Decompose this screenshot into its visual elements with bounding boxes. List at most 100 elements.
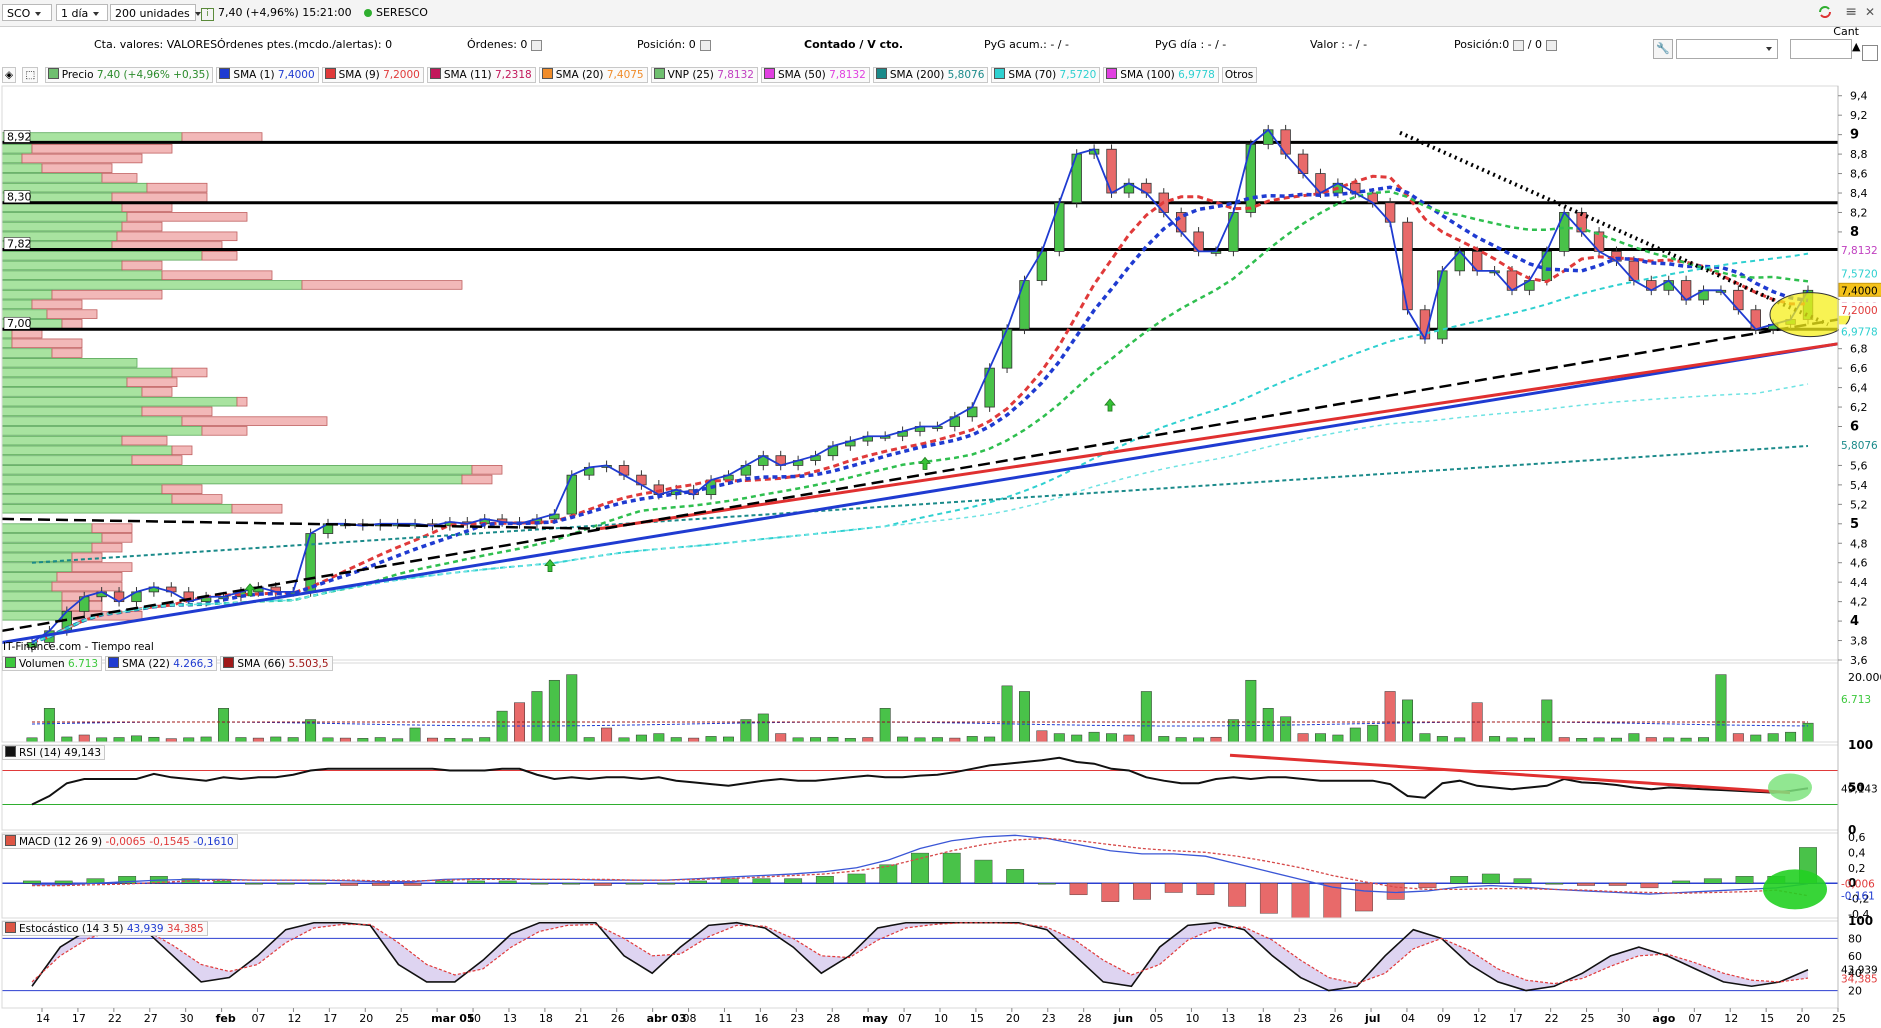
volume-bar [1541,699,1553,743]
volume-bar [270,736,282,743]
panel-frame [1,744,1839,831]
volume-bar [1071,734,1083,743]
volume-bar [287,737,299,743]
volume-bar [148,736,160,743]
macd-histogram-bar [562,883,581,885]
macd-histogram-bar [1545,883,1564,885]
legend-value: 4.266,3 [173,658,214,670]
x-tick-label: 30 [1616,1012,1630,1025]
volume-bar [183,737,195,743]
vap-buy-bar [1,426,203,436]
vap-sell-bar [301,280,463,290]
x-tick-label: 18 [539,1012,553,1025]
x-tick-label: 18 [1257,1012,1271,1025]
price-tick-label: 8,8 [1850,148,1868,161]
volume-bar [218,708,230,743]
volume-bar [653,733,665,743]
volume-bar [357,738,369,743]
chart-canvas[interactable]: 8,92 8,30 7,82 7,00 9,4 9,2 9 8,8 8,6 8,4 8,2 8 6,8… [0,0,1881,1028]
vap-sell-bar [161,484,203,495]
macd-histogram-bar [752,878,771,884]
vap-buy-bar [1,484,163,495]
x-tick-label: 20 [1006,1012,1020,1025]
data-source: IT-Finance.com - Tiempo real [3,641,154,653]
volume-bar [705,736,717,743]
macd-axis-label: 0,6 [1848,831,1866,844]
volume-bar [61,736,73,743]
vap-sell-bar [141,387,173,397]
red-trendline [599,342,1839,531]
vap-buy-bar [1,173,103,183]
legend-swatch [223,657,235,668]
vap-buy-bar [1,503,233,514]
legend-swatch [108,657,120,668]
vap-buy-bar [1,533,103,543]
vap-buy-bar [1,260,123,271]
volume-bar [1314,733,1326,743]
macd-histogram-bar [1608,883,1627,886]
price-tick-label: 8,2 [1850,206,1868,219]
macd-histogram-bar [815,876,834,884]
vap-buy-bar [1,542,93,553]
x-tick-label: 13 [503,1012,517,1025]
price-tick-label: 6 [1850,420,1859,435]
macd-histogram-bar [435,880,454,884]
macd-histogram-bar [1513,878,1532,884]
volume-bar [1680,737,1692,743]
vap-buy-bar [1,289,53,300]
volume-bar [757,713,769,743]
vap-buy-bar [1,591,63,602]
volume-bar [200,736,212,743]
volume-bar [1593,737,1605,743]
vap-sell-bar [41,163,113,173]
level-tag-label: 7,00 [7,317,32,330]
level-tag-label: 8,92 [7,130,32,143]
vap-buy-bar [1,416,183,426]
x-tick-label: 25 [395,1012,409,1025]
volume-bar [1245,679,1257,743]
vap-sell-bar [201,250,238,261]
price-panel: 8,92 8,30 7,82 7,00 [1,124,1851,653]
x-tick-label: 12 [1473,1012,1487,1025]
volume-bar [409,727,421,743]
x-tick-label: 12 [1724,1012,1738,1025]
volume-bar [531,691,543,743]
x-tick-label: abr 03 [647,1012,687,1025]
price-tag-label: 7,4000 [1841,285,1878,297]
vap-buy-bar [1,299,33,310]
volume-bar [496,710,508,743]
x-tick-label: 10 [467,1012,481,1025]
macd-axis-label: 0,2 [1848,862,1866,875]
vap-sell-bar [161,270,273,280]
panel-frame [1,85,1839,661]
vap-sell-bar [131,455,183,465]
volume-legend-item: SMA (22) 4.266,3 [105,656,218,671]
x-tick-label: 17 [72,1012,86,1025]
arrow-up-icon [919,456,931,470]
volume-bar [601,727,613,743]
macd-histogram-bar [784,878,803,884]
rsi-label: RSI (14) 49,143 [2,745,106,760]
vap-buy-bar [1,153,23,164]
vap-sell-bar [21,153,143,164]
vap-sell-bar [126,212,248,222]
arrow-up-icon [1104,398,1116,412]
vap-buy-bar [1,377,128,387]
price-tick-label: 6,2 [1850,401,1868,414]
x-tick-label: jul [1364,1012,1380,1025]
volume-panel [26,674,1814,743]
volume-bar [1732,733,1744,743]
vap-sell-bar [56,572,123,582]
price-tick-label: 5,4 [1850,479,1868,492]
volume-bar [1558,737,1570,743]
volume-bar [1018,691,1030,743]
price-tag-label: 6,9778 [1841,326,1878,338]
vap-buy-bar [1,358,138,368]
volume-bar [914,737,926,743]
stoch-tag-label: 34,385 [1841,973,1878,985]
volume-bar [897,736,909,743]
volume-bar [548,679,560,743]
volume-bar [1123,734,1135,743]
volume-bar [688,737,700,743]
vap-buy-bar [1,221,123,232]
